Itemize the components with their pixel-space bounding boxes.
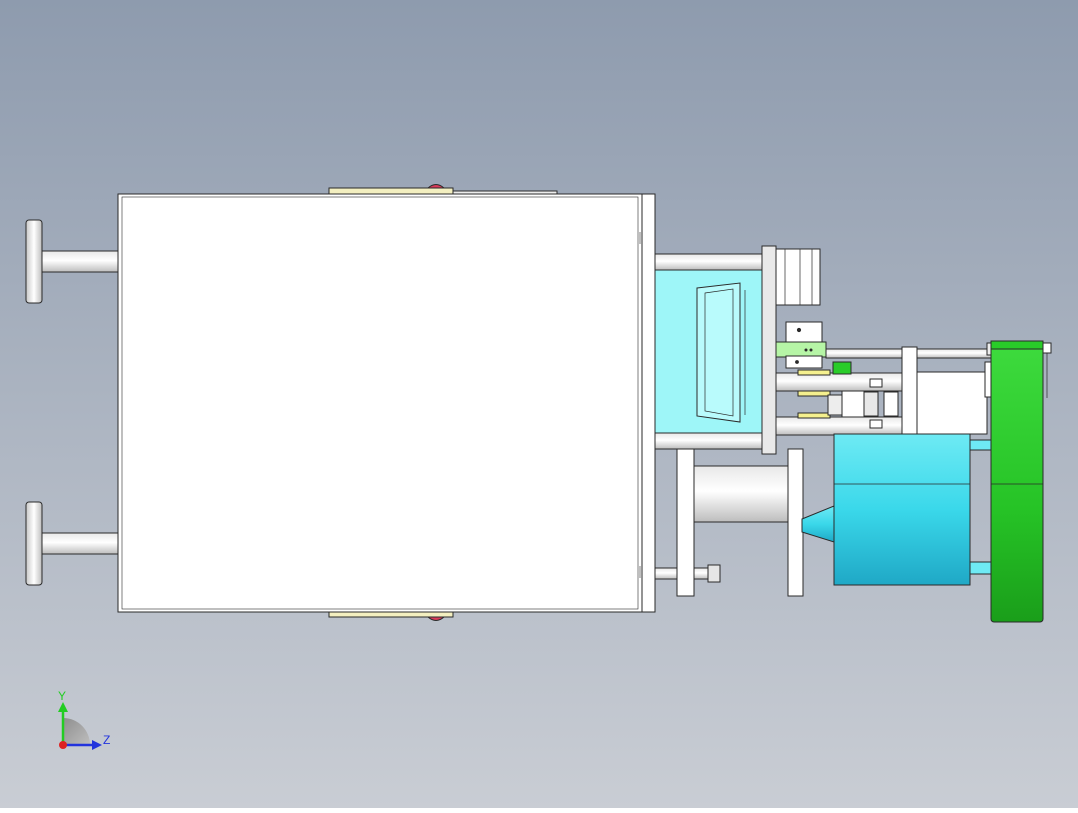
cad-viewport[interactable]: Y Z (0, 0, 1078, 808)
triad-x-axis (59, 741, 67, 749)
triad-y-label: Y (58, 689, 66, 703)
main-housing[interactable] (117, 184, 643, 621)
green-gearbox[interactable] (990, 340, 1052, 623)
triad-z-label: Z (103, 733, 110, 747)
cyan-housing-block[interactable] (654, 269, 766, 434)
housing-end-plate[interactable] (641, 193, 656, 613)
